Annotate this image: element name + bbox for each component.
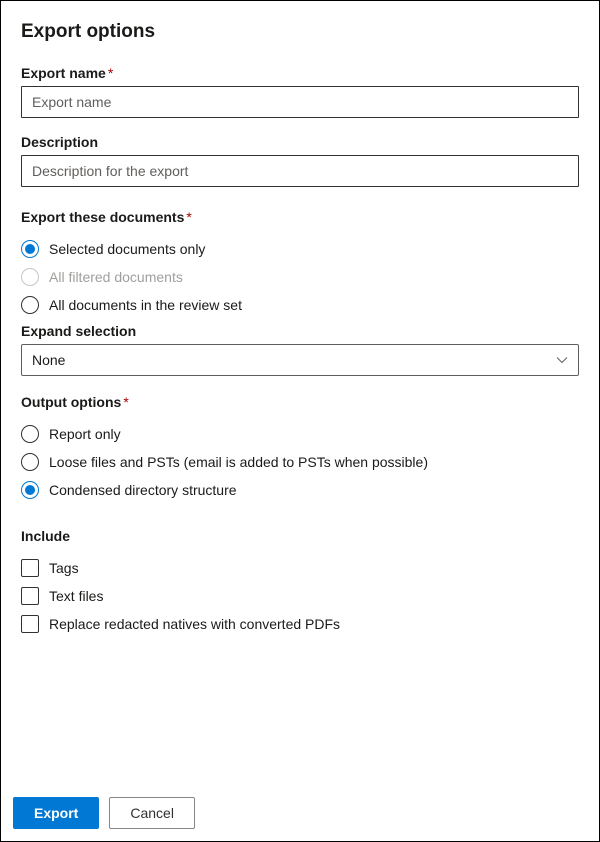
checkbox-label: Tags [49,560,79,576]
radio-icon [21,481,39,499]
page-title: Export options [21,21,579,43]
export-button[interactable]: Export [13,797,99,829]
output-options-group-label-text: Output options [21,394,121,410]
checkbox-tags[interactable]: Tags [21,554,579,582]
radio-icon [21,425,39,443]
radio-condensed-directory[interactable]: Condensed directory structure [21,476,579,504]
cancel-button[interactable]: Cancel [109,797,195,829]
radio-label: Condensed directory structure [49,482,237,498]
chevron-down-icon [556,354,568,366]
checkbox-replace-redacted[interactable]: Replace redacted natives with converted … [21,610,579,638]
required-asterisk: * [186,209,191,225]
radio-icon [21,296,39,314]
output-options-group-label: Output options* [21,394,579,410]
footer: Export Cancel [13,797,195,829]
radio-all-filtered-documents: All filtered documents [21,263,579,291]
export-docs-group-label: Export these documents* [21,209,579,225]
radio-icon [21,240,39,258]
radio-label: Loose files and PSTs (email is added to … [49,454,428,470]
radio-report-only[interactable]: Report only [21,420,579,448]
checkbox-label: Text files [49,588,103,604]
checkbox-icon [21,615,39,633]
description-input[interactable] [21,155,579,187]
expand-selection-dropdown[interactable]: None [21,344,579,376]
checkbox-label: Replace redacted natives with converted … [49,616,340,632]
radio-label: All filtered documents [49,269,183,285]
dropdown-value: None [32,352,65,368]
description-label: Description [21,134,579,150]
radio-label: Selected documents only [49,241,205,257]
radio-label: All documents in the review set [49,297,242,313]
radio-all-documents-in-review-set[interactable]: All documents in the review set [21,291,579,319]
export-name-input[interactable] [21,86,579,118]
radio-loose-files-psts[interactable]: Loose files and PSTs (email is added to … [21,448,579,476]
required-asterisk: * [123,394,128,410]
checkbox-text-files[interactable]: Text files [21,582,579,610]
checkbox-icon [21,587,39,605]
required-asterisk: * [108,65,113,81]
expand-selection-label: Expand selection [21,323,579,339]
radio-selected-documents-only[interactable]: Selected documents only [21,235,579,263]
checkbox-icon [21,559,39,577]
export-name-label-text: Export name [21,65,106,81]
radio-label: Report only [49,426,121,442]
radio-icon [21,268,39,286]
export-docs-group-label-text: Export these documents [21,209,184,225]
radio-icon [21,453,39,471]
include-group-label: Include [21,528,579,544]
export-name-label: Export name* [21,65,579,81]
